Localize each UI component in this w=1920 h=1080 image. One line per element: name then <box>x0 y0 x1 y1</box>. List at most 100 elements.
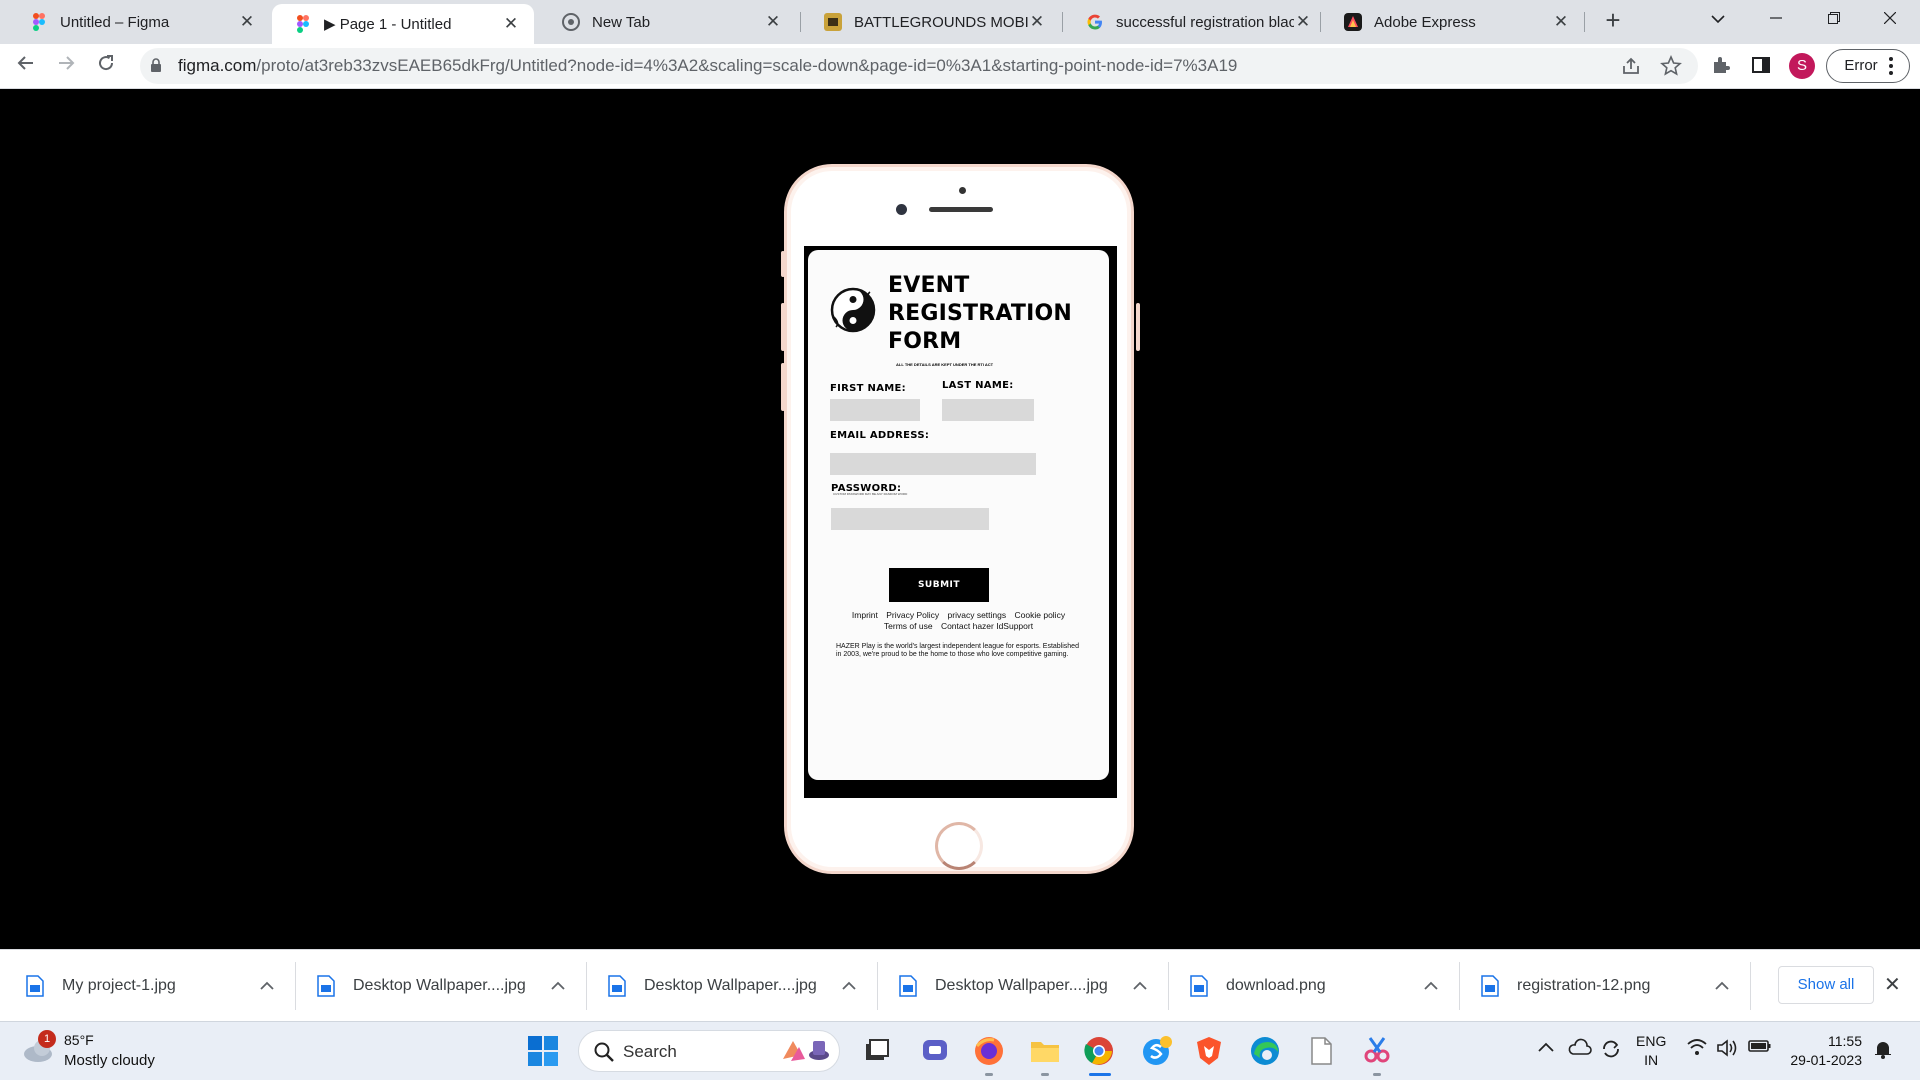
close-icon[interactable]: ✕ <box>1294 12 1312 32</box>
footer-link-privacy-policy[interactable]: Privacy Policy <box>886 610 939 620</box>
close-icon[interactable]: ✕ <box>764 12 782 32</box>
tab-new-tab[interactable]: New Tab ✕ <box>540 2 796 42</box>
tab-adobe-express[interactable]: Adobe Express ✕ <box>1322 2 1584 42</box>
footer-link-privacy-settings[interactable]: privacy settings <box>948 610 1007 620</box>
minimize-icon[interactable] <box>1754 4 1798 36</box>
lock-icon[interactable] <box>150 58 162 78</box>
close-icon[interactable]: ✕ <box>502 14 520 34</box>
teams-chat-icon[interactable] <box>918 1034 952 1068</box>
new-tab-button[interactable]: + <box>1598 6 1628 36</box>
chevron-up-icon[interactable] <box>1424 978 1454 994</box>
footer-link-imprint[interactable]: Imprint <box>852 610 878 620</box>
yin-yang-logo-icon <box>830 287 876 333</box>
chevron-up-icon[interactable] <box>260 978 290 994</box>
error-button[interactable]: Error <box>1826 49 1910 83</box>
download-filename: download.png <box>1226 977 1326 994</box>
tab-title: ▶ Page 1 - Untitled <box>324 16 452 33</box>
windows-start-icon[interactable] <box>528 1036 560 1068</box>
snipping-tool-icon[interactable] <box>1360 1034 1394 1068</box>
download-item[interactable]: registration-12.png <box>1455 950 1745 1022</box>
weather-temperature[interactable]: 85°F <box>64 1032 94 1048</box>
tab-search-icon[interactable] <box>1696 4 1740 36</box>
footer-link-contact[interactable]: Contact hazer IdSupport <box>941 621 1033 631</box>
window-close-icon[interactable] <box>1868 4 1912 36</box>
phone-home-button <box>935 822 983 870</box>
weather-description[interactable]: Mostly cloudy <box>64 1052 155 1069</box>
bookmark-star-icon[interactable] <box>1660 54 1684 79</box>
tab-page1-untitled[interactable]: ▶ Page 1 - Untitled ✕ <box>272 4 534 44</box>
close-icon[interactable]: ✕ <box>238 12 256 32</box>
first-name-label: FIRST NAME: <box>830 383 906 394</box>
extensions-icon[interactable] <box>1710 54 1734 78</box>
address-bar[interactable]: figma.com/proto/at3reb33zvsEAEB65dkFrg/U… <box>140 48 1698 84</box>
app-running-indicator <box>985 1073 993 1076</box>
close-icon[interactable]: ✕ <box>1028 12 1046 32</box>
show-all-button[interactable]: Show all <box>1778 966 1874 1004</box>
bgmi-icon <box>824 13 842 31</box>
footer-link-terms[interactable]: Terms of use <box>884 621 933 631</box>
chevron-up-icon[interactable] <box>551 978 581 994</box>
profile-avatar[interactable]: S <box>1789 53 1815 79</box>
figma-icon <box>30 13 48 31</box>
close-icon[interactable]: ✕ <box>1552 12 1570 32</box>
password-field[interactable] <box>831 508 989 530</box>
side-panel-icon[interactable] <box>1750 54 1774 78</box>
menu-kebab-icon[interactable] <box>1888 56 1894 81</box>
reload-icon[interactable] <box>90 50 122 82</box>
task-view-icon[interactable] <box>860 1034 894 1068</box>
password-note: CUSTOM PASSWORD MAY BE ANY RANDOM WORD <box>833 492 908 496</box>
google-icon <box>1086 13 1104 31</box>
share-icon[interactable] <box>1620 55 1644 79</box>
notepad-icon[interactable] <box>1304 1034 1338 1068</box>
wifi-icon[interactable] <box>1686 1038 1710 1062</box>
tab-battlegrounds[interactable]: BATTLEGROUNDS MOBILE I ✕ <box>802 2 1060 42</box>
download-item[interactable]: Desktop Wallpaper....jpg <box>873 950 1163 1022</box>
restore-icon[interactable] <box>1812 4 1856 36</box>
download-filename: My project-1.jpg <box>62 977 176 994</box>
tab-title: Untitled – Figma <box>60 13 170 31</box>
battery-icon[interactable] <box>1748 1038 1772 1062</box>
phone-sensor <box>959 187 966 194</box>
last-name-field[interactable] <box>942 399 1034 421</box>
show-hidden-icons-chevron-icon[interactable] <box>1538 1040 1558 1060</box>
first-name-field[interactable] <box>830 399 920 421</box>
system-clock[interactable]: 11:55 29-01-2023 <box>1782 1032 1862 1070</box>
weather-notification-badge: 1 <box>38 1030 56 1048</box>
taskbar-search-box[interactable]: Search <box>578 1030 840 1072</box>
footer-links-row: Imprint Privacy Policy privacy settings … <box>826 610 1091 621</box>
tab-figma-untitled[interactable]: Untitled – Figma ✕ <box>8 2 270 42</box>
notifications-bell-icon[interactable] <box>1872 1038 1896 1062</box>
firefox-icon[interactable] <box>972 1034 1006 1068</box>
file-explorer-icon[interactable] <box>1028 1034 1062 1068</box>
email-field[interactable] <box>830 453 1036 475</box>
onedrive-cloud-icon[interactable] <box>1568 1038 1592 1062</box>
sync-icon[interactable] <box>1600 1038 1624 1062</box>
download-item[interactable]: download.png <box>1164 950 1454 1022</box>
tab-title: BATTLEGROUNDS MOBILE I <box>854 13 1028 31</box>
forward-icon[interactable] <box>50 50 82 82</box>
form-title-line: EVENT <box>888 273 970 298</box>
download-item[interactable]: My project-1.jpg <box>0 950 290 1022</box>
language-indicator[interactable]: ENG IN <box>1636 1032 1666 1070</box>
download-item[interactable]: Desktop Wallpaper....jpg <box>582 950 872 1022</box>
edge-icon[interactable] <box>1248 1034 1282 1068</box>
chrome-taskbar-icon[interactable] <box>1082 1034 1116 1068</box>
app-active-indicator <box>1089 1073 1111 1076</box>
phone-front-camera <box>896 204 907 215</box>
tab-google-search[interactable]: successful registration blacl ✕ <box>1064 2 1326 42</box>
chevron-up-icon[interactable] <box>1715 978 1745 994</box>
back-icon[interactable] <box>10 50 42 82</box>
brave-icon[interactable] <box>1192 1034 1226 1068</box>
search-highlight-icon <box>779 1037 831 1070</box>
skype-icon[interactable] <box>1140 1034 1174 1068</box>
chevron-up-icon[interactable] <box>842 978 872 994</box>
download-item[interactable]: Desktop Wallpaper....jpg <box>291 950 581 1022</box>
close-downloads-icon[interactable]: ✕ <box>1884 972 1901 997</box>
phone-volume-down <box>781 363 785 411</box>
form-title: EVENT REGISTRATION FORM <box>888 272 1072 356</box>
chevron-up-icon[interactable] <box>1133 978 1163 994</box>
submit-button[interactable]: SUBMIT <box>889 568 989 602</box>
download-filename: Desktop Wallpaper....jpg <box>644 977 817 994</box>
footer-link-cookie-policy[interactable]: Cookie policy <box>1015 610 1066 620</box>
volume-icon[interactable] <box>1716 1038 1740 1062</box>
